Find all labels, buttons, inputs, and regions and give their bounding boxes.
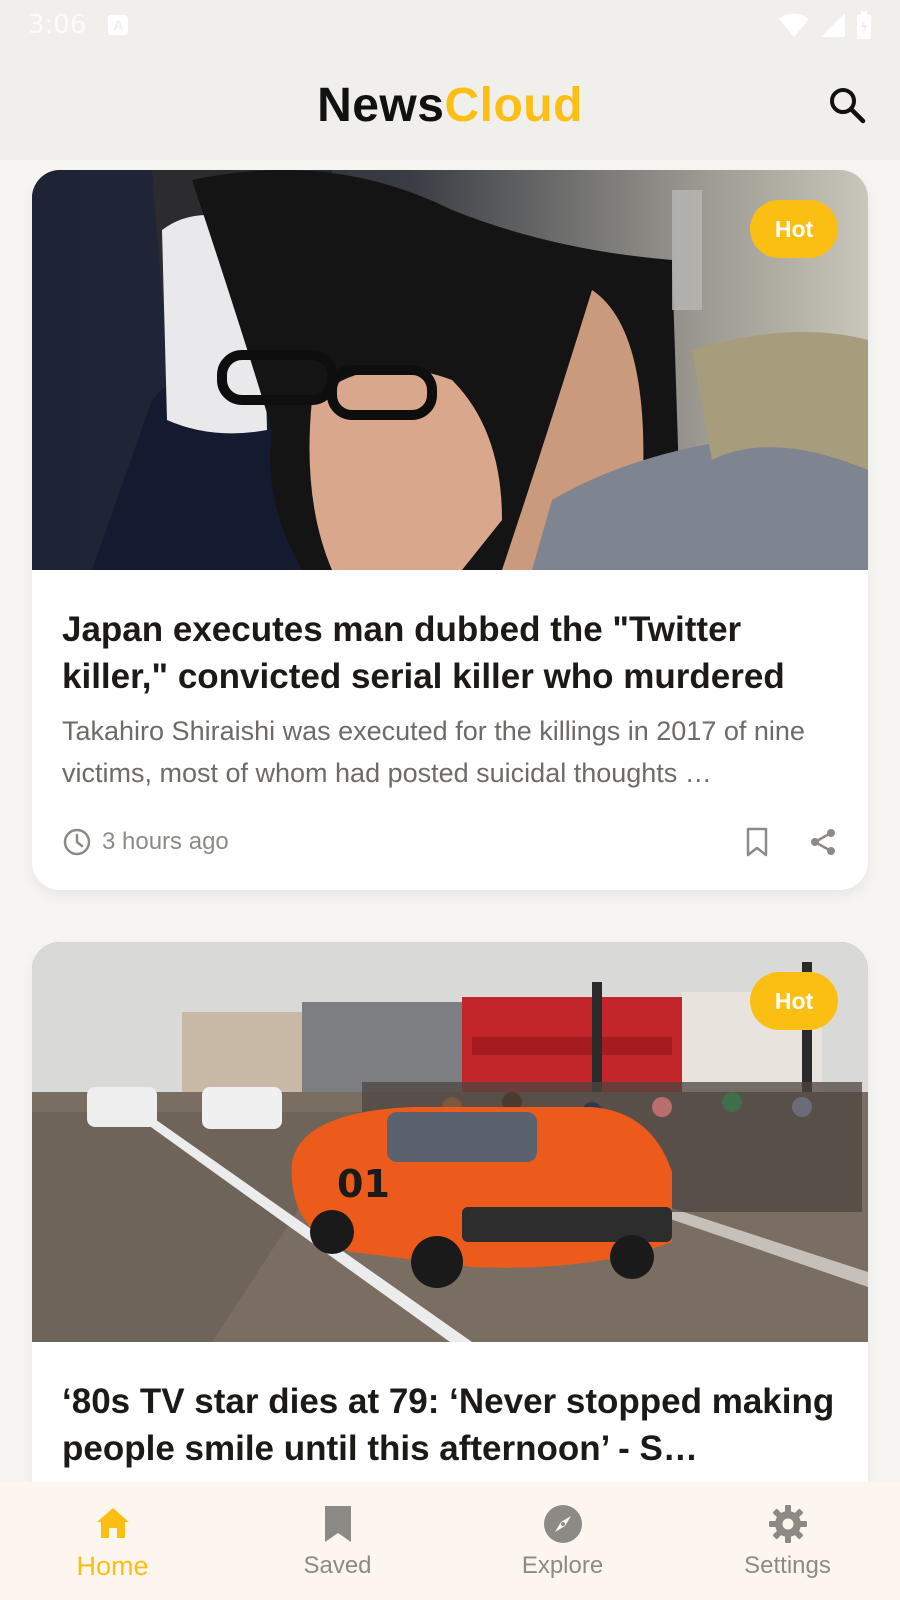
nav-label: Explore <box>521 1552 604 1579</box>
nav-label: Settings <box>744 1552 831 1579</box>
share-icon <box>811 829 835 855</box>
svg-text:01: 01 <box>337 1162 390 1206</box>
app-header: NewsCloud <box>0 50 900 160</box>
bookmark-button[interactable] <box>742 827 772 857</box>
app-logo: NewsCloud <box>317 78 583 133</box>
nav-label: Saved <box>303 1552 372 1579</box>
article-photo <box>32 170 868 570</box>
nav-home[interactable]: Home <box>0 1482 225 1600</box>
wifi-icon <box>779 13 809 37</box>
clock-icon <box>63 828 91 856</box>
article-meta: 3 hours ago <box>62 812 838 872</box>
share-button[interactable] <box>808 827 838 857</box>
status-indicators <box>778 11 872 39</box>
notification-icon: A <box>108 15 129 35</box>
hot-badge: Hot <box>750 200 838 258</box>
hot-badge: Hot <box>750 972 838 1030</box>
bottom-navigation: Home Saved Explore Settings <box>0 1482 900 1600</box>
article-image[interactable]: Hot <box>32 170 868 570</box>
nav-label: Home <box>76 1550 149 1581</box>
article-description: Takahiro Shiraishi was executed for the … <box>62 716 805 788</box>
status-bar: 3:06 A <box>0 0 900 50</box>
article-title[interactable]: Japan executes man dubbed the "Twitter k… <box>32 570 868 700</box>
bookmark-outline-icon <box>746 827 768 857</box>
news-feed[interactable]: Hot Japan executes man dubbed the "Twitt… <box>0 160 900 1482</box>
gear-icon <box>766 1502 810 1546</box>
article-card[interactable]: 01 Hot ‘80s TV star dies at 79: ‘Never s… <box>32 942 868 1482</box>
article-photo: 01 <box>32 942 868 1342</box>
nav-settings[interactable]: Settings <box>675 1482 900 1600</box>
search-button[interactable] <box>824 82 870 128</box>
logo-news-text: News <box>317 78 445 132</box>
battery-icon <box>857 11 871 39</box>
search-icon <box>830 88 866 124</box>
nav-explore[interactable]: Explore <box>450 1482 675 1600</box>
bookmark-icon <box>316 1502 360 1546</box>
home-icon <box>91 1501 135 1545</box>
article-time: 3 hours ago <box>102 828 229 855</box>
logo-cloud-text: Cloud <box>444 78 583 132</box>
article-title[interactable]: ‘80s TV star dies at 79: ‘Never stopped … <box>32 1342 868 1472</box>
signal-icon <box>821 13 845 37</box>
article-image[interactable]: 01 Hot <box>32 942 868 1342</box>
status-time: 3:06 <box>28 10 87 40</box>
article-card[interactable]: Hot Japan executes man dubbed the "Twitt… <box>32 170 868 890</box>
compass-icon <box>541 1502 585 1546</box>
nav-saved[interactable]: Saved <box>225 1482 450 1600</box>
